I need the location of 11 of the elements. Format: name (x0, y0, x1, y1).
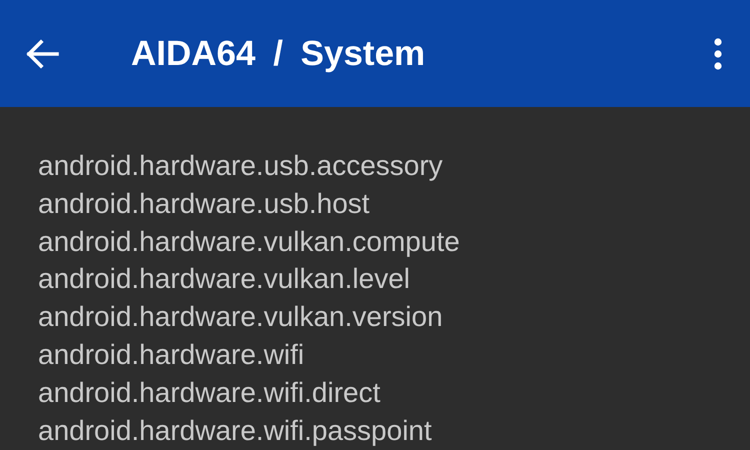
feature-text: android.hardware.vulkan.version (38, 300, 444, 334)
feature-text: android.hardware.wifi.direct (38, 376, 382, 410)
app-title: AIDA64 / System (131, 34, 426, 74)
feature-text: android.hardware.usb.accessory (38, 149, 444, 183)
feature-text: android.hardware.vulkan.level (38, 262, 411, 296)
feature-text: android.hardware.wifi (38, 338, 306, 372)
more-menu-icon[interactable] (714, 38, 722, 70)
feature-text: android.hardware.usb.host (38, 186, 371, 221)
feature-text: android.hardware.wifi.passpoint (38, 414, 433, 448)
feature-text: android.hardware.vulkan.compute (38, 224, 461, 259)
back-arrow-icon[interactable] (25, 38, 59, 68)
